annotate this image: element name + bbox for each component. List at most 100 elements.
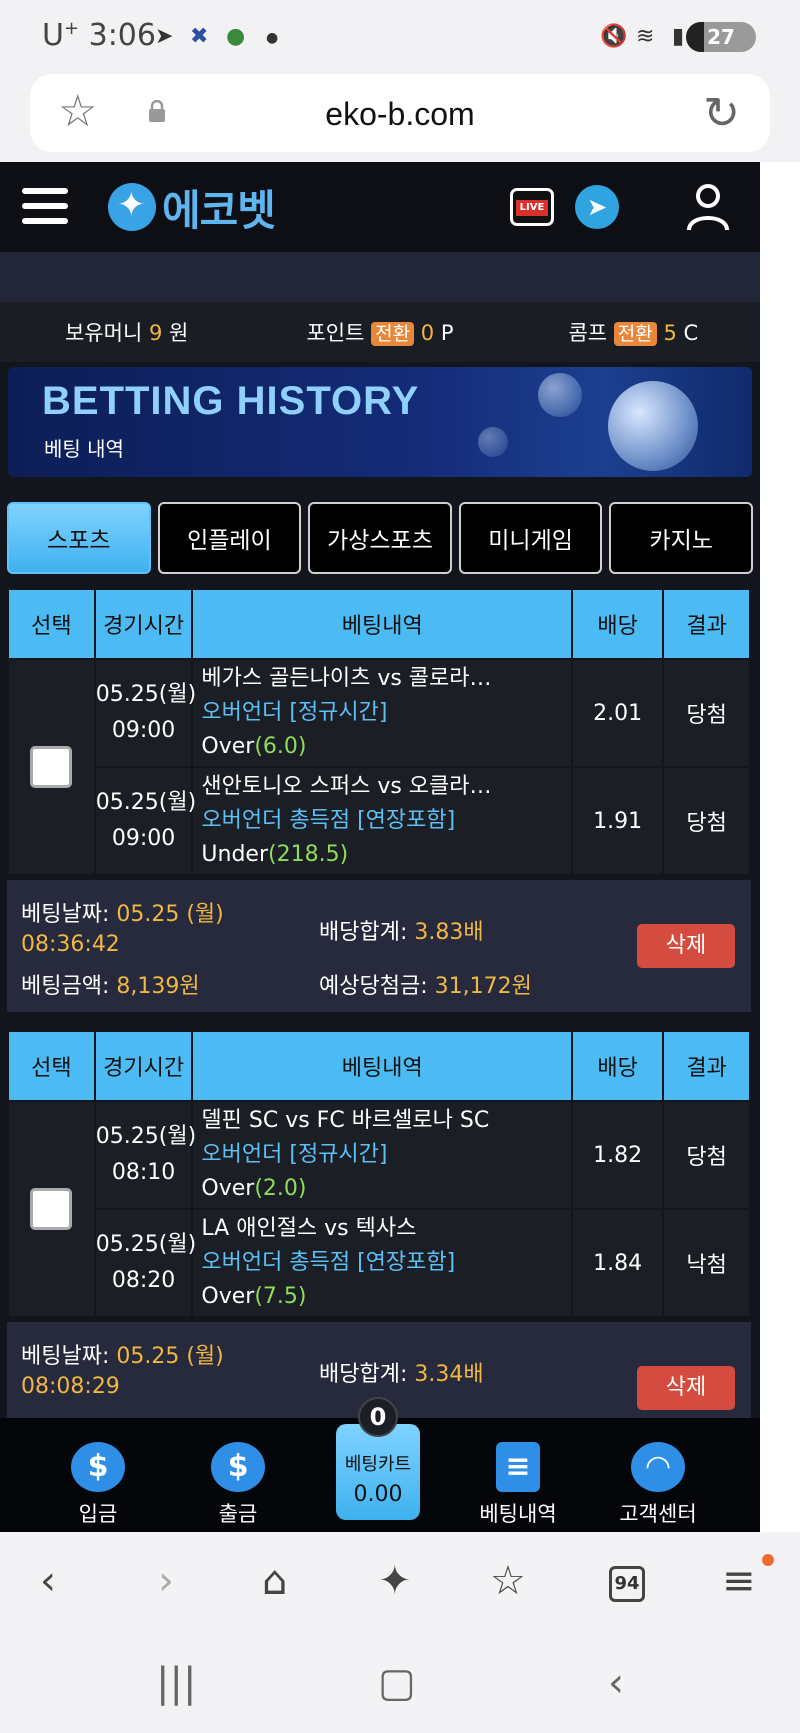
browser-menu-icon[interactable]: ≡ (722, 1558, 756, 1604)
reload-icon[interactable]: ↻ (703, 88, 740, 139)
system-back-icon[interactable]: ‹ (608, 1660, 624, 1706)
deposit-coin-icon: $ (71, 1442, 125, 1492)
home-icon[interactable]: ⌂ (262, 1558, 287, 1604)
match-time: 05.25(월) 08:10 (93, 1100, 196, 1210)
banner-title: BETTING HISTORY (42, 379, 420, 423)
user-icon[interactable] (686, 182, 730, 232)
result-badge: 당첨 (662, 658, 751, 768)
bet-slip-card: 선택 경기시간 베팅내역 배당 결과 05.25(월) 09:00 베가스 골든나… (7, 588, 751, 1012)
home-button-icon[interactable]: ▢ (378, 1660, 416, 1706)
odds-value: 1.91 (571, 766, 665, 876)
cart-count-badge: 0 (358, 1397, 398, 1437)
bet-details: 베가스 골든나이츠 vs 콜로라… 오버언더 [정규시간] Over(6.0) (191, 658, 574, 768)
col-header-odds: 배당 (571, 1030, 665, 1102)
col-header-select: 선택 (7, 1030, 96, 1102)
tabs-icon[interactable]: 94 (609, 1566, 645, 1602)
betting-history-banner: BETTING HISTORY 베팅 내역 (8, 367, 752, 477)
match-time: 05.25(월) 09:00 (93, 658, 196, 768)
delete-button[interactable]: 삭제 (637, 1366, 735, 1410)
coin-graphic (478, 427, 508, 457)
nav-betting-history[interactable]: ≡ 베팅내역 (458, 1442, 578, 1528)
odds-value: 2.01 (571, 658, 665, 768)
more-dot-icon: ● (266, 30, 279, 46)
site-logo[interactable]: 에코벳 (108, 178, 276, 236)
app-notif-icon: ✖ (190, 24, 209, 49)
coin-graphic (608, 381, 698, 471)
nav-support[interactable]: ◠ 고객센터 (598, 1442, 718, 1528)
withdraw-coin-icon: $ (211, 1442, 265, 1492)
sparkle-icon[interactable]: ✦ (378, 1558, 412, 1604)
browser-address-area: ☆ eko-b.com ↻ (0, 72, 800, 162)
bet-amount: 베팅금액: 8,139원 (21, 974, 200, 999)
result-badge: 당첨 (662, 766, 751, 876)
telegram-notif-icon: ➤ (155, 24, 174, 49)
col-header-details: 베팅내역 (191, 1030, 574, 1102)
bet-summary: 베팅날짜: 05.25 (월) 08:36:42 베팅금액: 8,139원 배당… (7, 880, 751, 1012)
bet-date: 베팅날짜: 05.25 (월) (21, 902, 224, 927)
bet-checkbox[interactable] (30, 746, 73, 788)
nav-withdraw[interactable]: $ 출금 (178, 1442, 298, 1528)
tab-inplay[interactable]: 인플레이 (157, 502, 302, 574)
tab-sports[interactable]: 스포츠 (7, 502, 151, 574)
result-badge: 낙첨 (662, 1208, 751, 1318)
sub-nav-bar (0, 252, 760, 302)
url-text[interactable]: eko-b.com (30, 96, 770, 133)
logo-mark-icon (108, 183, 156, 231)
table-row: 05.25(월) 09:00 샌안토니오 스퍼스 vs 오클라… 오버언더 총득점 … (8, 766, 751, 876)
page-gutter (760, 162, 800, 1532)
bet-cart-button[interactable]: 베팅카트 0.00 (336, 1424, 420, 1520)
tab-virtual-sports[interactable]: 가상스포츠 (308, 502, 452, 574)
bet-table: 선택 경기시간 베팅내역 배당 결과 05.25(월) 09:00 베가스 골든나… (7, 588, 751, 876)
document-icon: ≡ (496, 1442, 540, 1492)
bookmarks-icon[interactable]: ☆ (490, 1558, 526, 1604)
bet-time: 08:08:29 (21, 1374, 120, 1399)
wallet-bar: 보유머니 9 원 포인트 전환 0 P 콤프 전환 5 C (0, 302, 760, 362)
back-icon[interactable]: ‹ (40, 1558, 56, 1604)
result-badge: 당첨 (662, 1100, 751, 1210)
telegram-icon[interactable]: ➤ (575, 185, 619, 229)
odds-value: 1.82 (571, 1100, 665, 1210)
app-content: 에코벳 LIVE ➤ 보유머니 9 원 포인트 전환 0 P 콤프 전환 5 C… (0, 162, 760, 1532)
bet-details: LA 애인절스 vs 텍사스 오버언더 총득점 [연장포함] Over(7.5) (191, 1208, 574, 1318)
headset-icon: ◠ (631, 1442, 685, 1492)
wifi-icon: ≋ (636, 24, 655, 49)
menu-icon[interactable] (22, 188, 68, 224)
col-header-result: 결과 (662, 588, 751, 660)
address-bar[interactable]: ☆ eko-b.com ↻ (30, 74, 770, 152)
browser-toolbar: ‹ › ⌂ ✦ ☆ 94 ≡ (0, 1532, 800, 1642)
select-cell (7, 1100, 96, 1318)
recents-icon[interactable]: ||| (156, 1660, 196, 1706)
select-cell (7, 658, 96, 876)
bet-table: 선택 경기시간 베팅내역 배당 결과 05.25(월) 08:10 델핀 SC v… (7, 1030, 751, 1318)
point-balance: 포인트 전환 0 P (306, 321, 454, 346)
table-row: 05.25(월) 08:20 LA 애인절스 vs 텍사스 오버언더 총득점 [연장… (8, 1208, 751, 1318)
coin-graphic (538, 373, 582, 417)
banner-subtitle: 베팅 내역 (44, 437, 124, 461)
table-row: 05.25(월) 09:00 베가스 골든나이츠 vs 콜로라… 오버언더 [정규시… (7, 658, 751, 876)
comp-balance: 콤프 전환 5 C (568, 321, 699, 346)
table-row: 05.25(월) 08:10 델핀 SC vs FC 바르셀로나 SC 오버언더 [… (7, 1100, 751, 1318)
forward-icon[interactable]: › (158, 1558, 174, 1604)
col-header-time: 경기시간 (93, 1030, 194, 1102)
expected-winnings: 예상당첨금: 31,172원 (319, 974, 532, 999)
bet-slip-card: 선택 경기시간 베팅내역 배당 결과 05.25(월) 08:10 델핀 SC v… (7, 1030, 751, 1454)
col-header-odds: 배당 (571, 588, 665, 660)
carrier: U+ 3:06 (42, 18, 156, 53)
total-odds: 배당합계: 3.34배 (319, 1362, 484, 1387)
tab-casino[interactable]: 카지노 (609, 502, 753, 574)
bet-checkbox[interactable] (30, 1188, 73, 1230)
category-tabs: 스포츠 인플레이 가상스포츠 미니게임 카지노 (7, 502, 753, 574)
tab-minigame[interactable]: 미니게임 (458, 502, 603, 574)
live-tv-icon[interactable]: LIVE (510, 188, 554, 226)
col-header-select: 선택 (7, 588, 96, 660)
total-odds: 배당합계: 3.83배 (319, 920, 484, 945)
col-header-result: 결과 (662, 1030, 751, 1102)
notification-dot (762, 1554, 774, 1566)
mute-icon: 🔇 (600, 24, 628, 49)
delete-button[interactable]: 삭제 (637, 924, 735, 968)
nav-deposit[interactable]: $ 입금 (38, 1442, 158, 1528)
comp-convert-button[interactable]: 전환 (613, 322, 657, 346)
point-convert-button[interactable]: 전환 (371, 322, 415, 346)
system-nav-bar: ||| ▢ ‹ (0, 1642, 800, 1733)
battery-indicator: 27 (686, 22, 756, 52)
